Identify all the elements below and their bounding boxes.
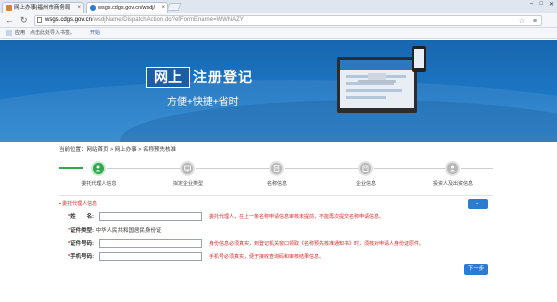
chevron-down-icon: ⌄ — [475, 200, 480, 206]
user-edit-icon — [95, 165, 101, 172]
step-1-label: 委托代理人信息 — [81, 181, 117, 187]
url-host: wsgs.cdgs.gov.cn — [45, 17, 92, 23]
apps-grid-icon[interactable] — [6, 30, 12, 36]
step-connector — [285, 168, 358, 169]
step-connector — [374, 168, 445, 169]
step-connector — [107, 168, 180, 169]
step-3-circle — [269, 161, 284, 176]
import-bookmarks-hint: 点击此处导入书签。 — [30, 30, 76, 36]
banner-slogan: 方便+快捷+省时 — [167, 97, 239, 108]
browser-toolbar: ← ↻ wsgs.cdgs.gov.cn/wsdjName/DispatchAc… — [0, 13, 557, 28]
step-2-label: 拟定企业类型 — [172, 181, 203, 187]
browser-titlebar: 网上办事|福州市商务局 × wsgs.cdgs.gov.cn/wsdj/ × –… — [0, 0, 557, 13]
document-icon — [273, 165, 280, 172]
monitor-screen — [340, 60, 414, 108]
address-bar[interactable]: wsgs.cdgs.gov.cn/wsdjName/DispatchAction… — [34, 15, 542, 26]
new-tab-button[interactable] — [166, 3, 182, 11]
id-type-value: 中华人民共和国居民身份证 — [95, 228, 162, 234]
apps-link[interactable]: 应用 — [15, 28, 25, 39]
step-connector — [59, 167, 83, 169]
banner-title: 注册登记 — [193, 69, 253, 85]
name-label: *姓 名: — [68, 214, 94, 220]
tab-close-icon[interactable]: × — [161, 3, 165, 13]
browser-tab-2[interactable]: wsgs.cdgs.gov.cn/wsdj/ × — [86, 2, 168, 13]
step-connector — [461, 168, 493, 169]
window-controls: – □ ✕ — [530, 1, 554, 8]
monitor-illustration — [337, 57, 417, 113]
collapse-button[interactable]: ⌄ — [468, 199, 488, 209]
person-icon — [450, 165, 455, 172]
divider — [59, 195, 493, 196]
site-favicon-icon — [6, 5, 12, 11]
phone-label: *手机号码: — [68, 254, 94, 260]
page: 网上办事|福州市商务局 × wsgs.cdgs.gov.cn/wsdj/ × –… — [0, 0, 557, 302]
step-4-circle — [358, 161, 373, 176]
step-3-label: 名称信息 — [266, 181, 287, 187]
next-step-button[interactable]: 下一步 — [464, 264, 488, 275]
minimize-button[interactable]: – — [530, 1, 533, 8]
monitor-base — [358, 80, 396, 83]
banner-highlight: 网上 — [146, 67, 190, 88]
reload-icon[interactable]: ↻ — [20, 15, 28, 25]
phone-screen — [414, 49, 424, 68]
tab-title: 网上办事|福州市商务局 — [14, 5, 71, 11]
phone-input[interactable] — [99, 252, 202, 261]
phone-hint: 手机号必须真实，便于接收查询码和审核结果信息。 — [209, 254, 325, 260]
step-5-label: 投资人及出资信息 — [432, 181, 473, 187]
browser-tab-1[interactable]: 网上办事|福州市商务局 × — [2, 2, 84, 13]
section-title: ▪ 委托代理人信息 — [59, 201, 98, 207]
breadcrumb: 当前位置：网站首页 > 网上办事 > 名称预先核准 — [59, 147, 177, 153]
step-5-circle — [445, 161, 460, 176]
tab-title: wsgs.cdgs.gov.cn/wsdj/ — [98, 5, 156, 11]
id-number-input[interactable] — [99, 239, 202, 248]
step-4-label: 企业信息 — [355, 181, 376, 187]
site-favicon-icon — [90, 5, 96, 11]
maximize-button[interactable]: □ — [539, 1, 543, 8]
id-number-label: *证件号码: — [68, 241, 94, 247]
hero-banner: 网上 注册登记 方便+快捷+省时 — [0, 40, 557, 142]
monitor-icon — [184, 165, 191, 172]
name-hint: 委托代理人，在上一条名称申请信息审核未提前，不能再次提交名称申请信息。 — [209, 214, 385, 220]
id-type-row: *证件类型: 中华人民共和国居民身份证 — [68, 228, 162, 234]
id-type-label: 证件类型: — [70, 228, 94, 234]
bookmarks-bar: 应用 点击此处导入书签。 开始 — [0, 28, 557, 39]
tab-close-icon[interactable]: × — [77, 3, 81, 13]
step-1-circle — [91, 161, 106, 176]
close-window-button[interactable]: ✕ — [549, 1, 554, 8]
import-bookmarks-link[interactable]: 开始 — [90, 28, 100, 39]
building-icon — [362, 165, 369, 172]
bookmark-star-icon[interactable]: ☆ — [519, 17, 525, 26]
page-icon — [37, 17, 42, 23]
url-path: /wsdjName/DispatchAction.do?efFormEname=… — [91, 17, 244, 23]
monitor-stand — [368, 73, 386, 80]
step-connector — [196, 168, 269, 169]
name-input[interactable] — [99, 212, 202, 221]
step-2-circle — [180, 161, 195, 176]
back-arrow-icon[interactable]: ← — [5, 15, 14, 25]
id-number-hint: 身份信息必须真实，到登记机关窗口领取《名称预先核准通知书》时，须核对申请人身份证… — [209, 241, 425, 247]
menu-icon[interactable]: ≡ — [533, 17, 537, 26]
